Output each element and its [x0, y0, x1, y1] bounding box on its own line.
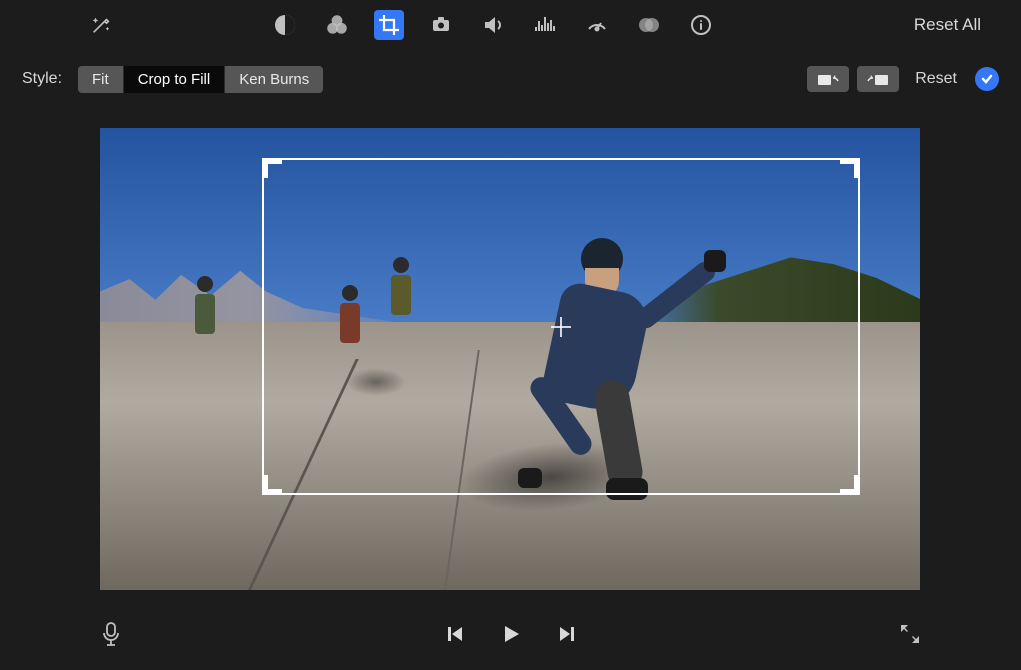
- crop-handle-bottom-right[interactable]: [840, 475, 860, 495]
- style-kenburns-button[interactable]: Ken Burns: [225, 66, 323, 93]
- noise-reduction-icon[interactable]: [530, 10, 560, 40]
- crop-handle-top-left[interactable]: [262, 158, 282, 178]
- info-icon[interactable]: [686, 10, 716, 40]
- color-correction-icon[interactable]: [322, 10, 352, 40]
- next-frame-button[interactable]: [557, 624, 577, 644]
- style-label: Style:: [22, 70, 62, 88]
- crop-icon[interactable]: [374, 10, 404, 40]
- crop-style-bar: Style: Fit Crop to Fill Ken Burns Reset: [0, 54, 1021, 104]
- auto-enhance-icon[interactable]: [90, 14, 112, 36]
- speed-icon[interactable]: [582, 10, 612, 40]
- crop-rectangle[interactable]: [262, 158, 860, 495]
- stabilization-icon[interactable]: [426, 10, 456, 40]
- reset-crop-button[interactable]: Reset: [915, 70, 957, 88]
- crop-style-segmented: Fit Crop to Fill Ken Burns: [78, 66, 323, 93]
- video-overlay-icon[interactable]: [634, 10, 664, 40]
- play-button[interactable]: [499, 622, 523, 646]
- voiceover-icon[interactable]: [100, 621, 122, 647]
- transport-controls: [445, 622, 577, 646]
- previous-frame-button[interactable]: [445, 624, 465, 644]
- inspector-tool-icons: [270, 10, 716, 40]
- crop-handle-bottom-left[interactable]: [262, 475, 282, 495]
- rotate-cw-button[interactable]: [857, 66, 899, 92]
- crop-handle-top-right[interactable]: [840, 158, 860, 178]
- fullscreen-button[interactable]: [899, 623, 921, 645]
- style-fit-button[interactable]: Fit: [78, 66, 124, 93]
- reset-all-button[interactable]: Reset All: [914, 15, 981, 35]
- color-balance-icon[interactable]: [270, 10, 300, 40]
- style-croptofill-button[interactable]: Crop to Fill: [124, 66, 226, 93]
- preview-person-1: [182, 276, 227, 371]
- rotate-ccw-button[interactable]: [807, 66, 849, 92]
- crop-right-controls: Reset: [807, 66, 999, 92]
- volume-icon[interactable]: [478, 10, 508, 40]
- apply-crop-button[interactable]: [975, 67, 999, 91]
- video-viewer[interactable]: [100, 128, 920, 590]
- playback-bar: [0, 610, 1021, 658]
- inspector-toolbar: Reset All: [0, 0, 1021, 50]
- crop-center-crosshair: [551, 317, 571, 337]
